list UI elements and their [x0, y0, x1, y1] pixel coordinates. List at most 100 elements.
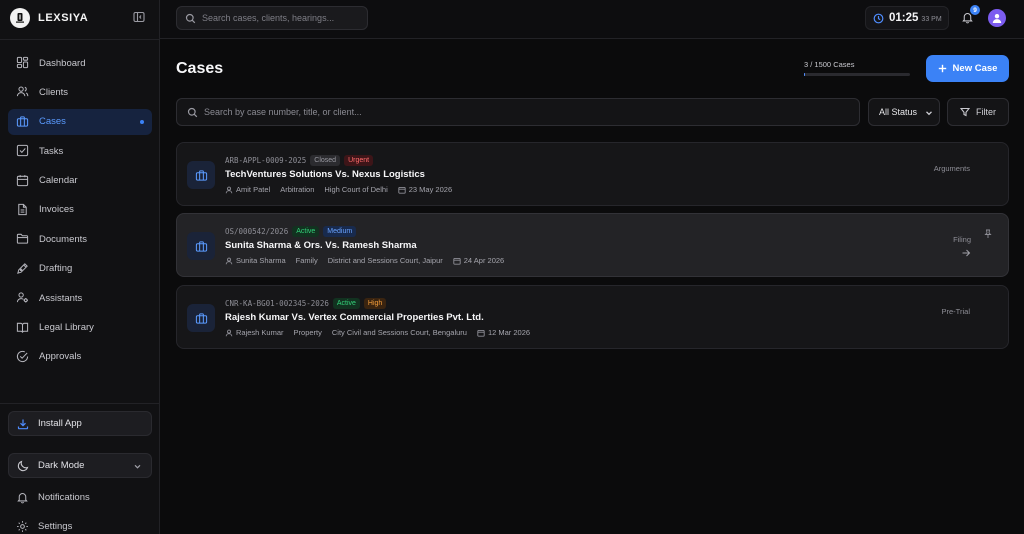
new-case-label: New Case	[952, 63, 998, 74]
plus-icon	[938, 64, 947, 73]
users-icon	[16, 85, 30, 99]
pin-icon[interactable]	[983, 229, 993, 239]
user-icon	[225, 257, 233, 265]
dark-mode-select[interactable]: Dark Mode	[8, 453, 152, 478]
sidebar-item-invoices[interactable]: Invoices	[8, 197, 152, 223]
topbar: 01:25 33 PM 9	[160, 0, 1024, 39]
search-icon	[187, 107, 198, 118]
case-type: Family	[295, 256, 318, 265]
case-stage: Arguments	[933, 164, 970, 173]
case-title: TechVentures Solutions Vs. Nexus Logisti…	[225, 169, 425, 180]
case-number: CNR-KA-BG01-002345-2026	[225, 299, 329, 308]
install-app-label: Install App	[38, 418, 82, 429]
case-stage: Pre-Trial	[941, 307, 970, 316]
case-type: Arbitration	[280, 185, 315, 194]
sidebar-collapse-icon[interactable]	[133, 11, 147, 25]
gear-icon	[16, 520, 29, 533]
case-search-input[interactable]	[204, 107, 844, 117]
user-gear-icon	[16, 291, 30, 305]
sidebar-item-label: Drafting	[39, 263, 73, 275]
sidebar-item-label: Documents	[39, 233, 88, 245]
clock-icon	[873, 13, 884, 24]
briefcase-icon	[187, 304, 215, 332]
sidebar-item-clients[interactable]: Clients	[8, 79, 152, 105]
sidebar-item-approvals[interactable]: Approvals	[8, 344, 152, 370]
case-search[interactable]	[176, 98, 860, 126]
case-court: City Civil and Sessions Court, Bengaluru	[331, 328, 467, 337]
briefcase-icon	[187, 161, 215, 189]
calendar-icon	[398, 186, 406, 194]
clock-widget: 01:25 33 PM	[865, 6, 949, 30]
global-search[interactable]	[176, 6, 368, 30]
arrow-right-icon[interactable]	[961, 248, 971, 258]
global-search-input[interactable]	[202, 13, 362, 23]
priority-badge: Medium	[323, 226, 357, 237]
case-court: District and Sessions Court, Jaipur	[327, 256, 443, 265]
book-icon	[16, 321, 30, 335]
main-content: Cases 3 / 1500 Cases New Case All Status…	[160, 40, 1024, 534]
case-details: Amit Patel Arbitration High Court of Del…	[225, 185, 452, 194]
status-filter-select[interactable]: All Status	[868, 98, 940, 126]
sidebar-item-documents[interactable]: Documents	[8, 226, 152, 252]
case-card[interactable]: CNR-KA-BG01-002345-2026 Active High Raje…	[176, 285, 1009, 349]
status-badge: Active	[292, 226, 320, 237]
sidebar-item-assistants[interactable]: Assistants	[8, 285, 152, 311]
app-root: LEXSIYA Dashboard Clients Cases Tasks Ca…	[0, 0, 1024, 534]
case-count-text: 3 / 1500 Cases	[804, 60, 855, 69]
chevron-down-icon	[133, 462, 142, 471]
case-card[interactable]: OS/000542/2026 Active Medium Sunita Shar…	[176, 213, 1009, 277]
sidebar-item-legal-library[interactable]: Legal Library	[8, 315, 152, 341]
sidebar-item-label: Invoices	[39, 204, 74, 216]
case-client: Sunita Sharma	[236, 256, 286, 265]
folder-icon	[16, 232, 30, 246]
active-indicator-dot	[140, 119, 144, 124]
case-title: Rajesh Kumar Vs. Vertex Commercial Prope…	[225, 312, 484, 323]
case-client: Rajesh Kumar	[236, 328, 284, 337]
case-date: 12 Mar 2026	[487, 328, 531, 337]
case-number: OS/000542/2026	[225, 227, 289, 236]
sidebar-divider	[0, 39, 160, 40]
sidebar-item-label: Clients	[39, 86, 69, 98]
install-app-button[interactable]: Install App	[8, 411, 152, 436]
new-case-button[interactable]: New Case	[926, 55, 1009, 82]
case-card[interactable]: ARB-APPL-0009-2025 Closed Urgent TechVen…	[176, 142, 1009, 206]
case-meta-row: CNR-KA-BG01-002345-2026 Active High	[225, 298, 387, 309]
case-title: Sunita Sharma & Ors. Vs. Ramesh Sharma	[225, 240, 417, 251]
bell-icon	[16, 491, 29, 504]
sidebar-item-tasks[interactable]: Tasks	[8, 138, 152, 164]
calendar-icon	[453, 257, 461, 265]
sidebar-item-calendar[interactable]: Calendar	[8, 168, 152, 194]
case-meta-row: ARB-APPL-0009-2025 Closed Urgent	[225, 155, 374, 166]
sidebar-item-label: Legal Library	[39, 322, 94, 334]
sidebar-item-label: Notifications	[38, 491, 90, 503]
moon-icon	[17, 460, 29, 472]
briefcase-icon	[16, 115, 30, 129]
sidebar-item-label: Calendar	[39, 175, 78, 187]
sidebar-item-notifications[interactable]: Notifications	[8, 486, 152, 508]
case-number: ARB-APPL-0009-2025	[225, 156, 307, 165]
filter-button[interactable]: Filter	[947, 98, 1009, 126]
case-meta-row: OS/000542/2026 Active Medium	[225, 226, 357, 237]
sidebar-item-drafting[interactable]: Drafting	[8, 256, 152, 282]
page-title: Cases	[176, 60, 224, 77]
priority-badge: High	[363, 298, 387, 309]
filter-label: Filter	[976, 107, 996, 117]
status-badge: Closed	[310, 155, 341, 166]
status-badge: Active	[332, 298, 360, 309]
sidebar-item-settings[interactable]: Settings	[8, 515, 152, 534]
brand-logo-icon	[10, 8, 30, 28]
file-icon	[16, 203, 30, 217]
sidebar-divider	[0, 403, 160, 404]
avatar[interactable]	[988, 9, 1006, 27]
sidebar-item-dashboard[interactable]: Dashboard	[8, 50, 152, 76]
download-icon	[17, 418, 29, 430]
check-circle-icon	[16, 350, 30, 364]
briefcase-icon	[187, 232, 215, 260]
sidebar-item-cases[interactable]: Cases	[8, 108, 152, 135]
case-date: 23 May 2026	[408, 185, 453, 194]
chevron-down-icon	[925, 109, 933, 117]
case-details: Sunita Sharma Family District and Sessio…	[225, 256, 504, 265]
case-date: 24 Apr 2026	[463, 256, 505, 265]
case-type: Property	[293, 328, 322, 337]
brand[interactable]: LEXSIYA	[10, 8, 88, 28]
